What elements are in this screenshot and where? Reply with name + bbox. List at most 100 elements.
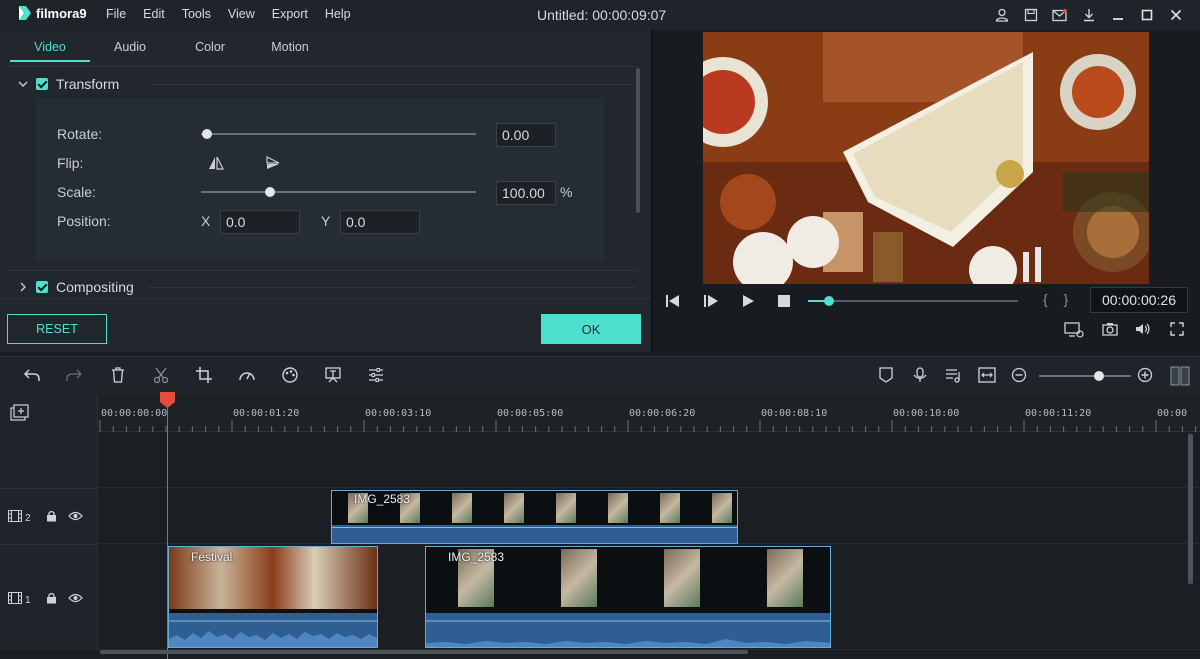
account-icon[interactable]: [987, 6, 1016, 24]
zoom-in-icon[interactable]: [1137, 367, 1153, 383]
track-row-empty: [98, 432, 1200, 488]
preview-panel: { } 00:00:00:26: [653, 30, 1200, 352]
clip-thumbnail: [556, 493, 576, 523]
lock-icon[interactable]: [46, 592, 57, 604]
delete-icon[interactable]: [111, 367, 125, 383]
reset-button[interactable]: RESET: [7, 314, 107, 344]
transform-header[interactable]: Transform: [18, 76, 119, 92]
tab-video[interactable]: Video: [10, 40, 90, 62]
clip-thumbnail: [712, 493, 732, 523]
window-title: Untitled: 00:00:09:07: [537, 7, 666, 23]
undo-icon[interactable]: [24, 367, 40, 383]
ruler-label: 00:00:10:00: [893, 408, 960, 419]
filmora-logo-icon: [19, 6, 31, 20]
scale-unit: %: [560, 184, 573, 200]
menu-bar: File Edit Tools View Export Help: [106, 7, 368, 21]
ok-button[interactable]: OK: [541, 314, 641, 344]
menu-view[interactable]: View: [228, 7, 255, 21]
zoom-out-icon[interactable]: [1011, 367, 1027, 383]
flip-label: Flip:: [57, 155, 84, 171]
time-ruler[interactable]: 00:00:00:00 00:00:01:20 00:00:03:10 00:0…: [98, 394, 1200, 432]
tab-audio[interactable]: Audio: [90, 40, 170, 62]
fullscreen-icon[interactable]: [1170, 322, 1184, 336]
tab-color[interactable]: Color: [170, 40, 250, 62]
redo-icon[interactable]: [66, 367, 82, 383]
playhead-marker-icon[interactable]: [160, 392, 175, 408]
lock-icon[interactable]: [46, 510, 57, 522]
ruler-label: 00:00:00:00: [101, 408, 168, 419]
eye-icon[interactable]: [68, 593, 83, 603]
transform-label: Transform: [56, 76, 120, 92]
compositing-header[interactable]: Compositing: [18, 279, 134, 295]
clip-audio-strip: [332, 525, 737, 543]
snapshot-icon[interactable]: [1102, 322, 1118, 336]
play-icon[interactable]: [742, 295, 754, 307]
title-bar: filmora9 File Edit Tools View Export Hel…: [0, 0, 1200, 30]
editor-scrollbar[interactable]: [636, 68, 640, 213]
marker-icon[interactable]: [879, 367, 893, 383]
section-divider: [8, 270, 638, 271]
menu-edit[interactable]: Edit: [143, 7, 165, 21]
menu-file[interactable]: File: [106, 7, 126, 21]
transform-checkbox[interactable]: [36, 78, 48, 90]
download-icon[interactable]: [1074, 6, 1103, 24]
menu-help[interactable]: Help: [325, 7, 351, 21]
save-icon[interactable]: [1016, 6, 1045, 24]
rotate-field[interactable]: 0.00: [496, 123, 556, 147]
timeline-horizontal-scrollbar[interactable]: [100, 650, 748, 654]
chevron-right-icon: [20, 282, 26, 292]
section-divider: [150, 287, 634, 288]
mail-icon[interactable]: [1045, 6, 1074, 24]
speed-icon[interactable]: [238, 367, 256, 383]
compositing-checkbox[interactable]: [36, 281, 48, 293]
position-x-field[interactable]: 0.0: [220, 210, 300, 234]
zoom-slider-track[interactable]: [1039, 375, 1131, 377]
tab-motion[interactable]: Motion: [250, 40, 330, 62]
preview-progress-knob[interactable]: [824, 296, 834, 306]
display-settings-icon[interactable]: [1064, 322, 1084, 338]
video-clip[interactable]: Festival: [168, 546, 378, 648]
cut-icon[interactable]: [153, 367, 169, 383]
crop-icon[interactable]: [196, 367, 212, 383]
green-screen-icon[interactable]: [325, 367, 341, 383]
flip-horizontal-icon[interactable]: [208, 156, 224, 170]
eye-icon[interactable]: [68, 511, 83, 521]
track-row-2: IMG_2583: [98, 488, 1200, 544]
ruler-label: 00:00: [1157, 408, 1188, 419]
close-icon[interactable]: [1161, 6, 1190, 24]
panel-layout-icon[interactable]: [1170, 366, 1190, 386]
step-back-icon[interactable]: [666, 295, 680, 307]
position-y-field[interactable]: 0.0: [340, 210, 420, 234]
compositing-label: Compositing: [56, 279, 134, 295]
scale-slider-knob[interactable]: [264, 187, 275, 197]
voiceover-icon[interactable]: [913, 367, 927, 383]
menu-tools[interactable]: Tools: [182, 7, 211, 21]
menu-export[interactable]: Export: [272, 7, 308, 21]
stop-icon[interactable]: [778, 295, 790, 307]
flip-vertical-icon[interactable]: [266, 156, 280, 170]
track-head-2: 2: [0, 488, 98, 544]
mark-in-out-brackets[interactable]: { }: [1043, 291, 1074, 307]
film-icon: [8, 510, 22, 522]
zoom-slider-knob[interactable]: [1093, 371, 1104, 381]
timeline-vertical-scrollbar[interactable]: [1188, 434, 1193, 584]
app-name: filmora9: [36, 5, 87, 21]
minimize-icon[interactable]: [1103, 6, 1132, 24]
audio-waveform: [426, 620, 830, 647]
volume-icon[interactable]: [1135, 323, 1151, 335]
color-icon[interactable]: [282, 367, 298, 383]
scale-field[interactable]: 100.00: [496, 181, 556, 205]
video-clip[interactable]: IMG_2583: [425, 546, 831, 648]
video-clip[interactable]: IMG_2583: [331, 490, 738, 544]
scale-slider-track[interactable]: [201, 191, 476, 193]
preview-progress-track[interactable]: [808, 300, 1018, 302]
adjust-icon[interactable]: [368, 367, 384, 383]
ruler-label: 00:00:08:10: [761, 408, 828, 419]
fit-timeline-icon[interactable]: [978, 367, 996, 383]
rotate-slider-track[interactable]: [201, 133, 476, 135]
add-track-icon[interactable]: [10, 404, 30, 422]
rotate-slider-knob[interactable]: [201, 129, 212, 139]
audio-mixer-icon[interactable]: [945, 367, 961, 383]
step-forward-icon[interactable]: [704, 295, 718, 307]
maximize-icon[interactable]: [1132, 6, 1161, 24]
